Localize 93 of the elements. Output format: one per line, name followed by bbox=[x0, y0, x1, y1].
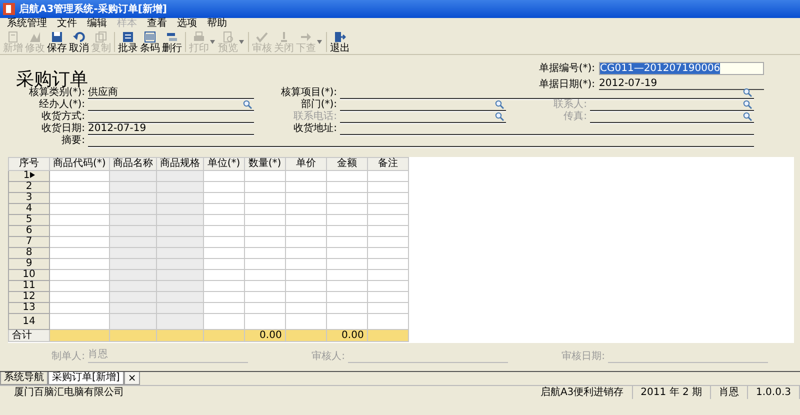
field-label: 收货方式: bbox=[40, 111, 86, 122]
status-text: 厦门百脑汇电脑有限公司 bbox=[13, 386, 125, 399]
status-text: 1.0.0.3 bbox=[748, 386, 800, 399]
status-text: 2011 年 2 期 bbox=[632, 386, 711, 399]
field-label: 制单人: bbox=[50, 350, 86, 364]
row-number[interactable]: 5 bbox=[8, 214, 50, 226]
column-header[interactable]: 商品规格 bbox=[156, 158, 204, 170]
toolbar-button[interactable]: 删行 bbox=[161, 30, 183, 54]
toolbar-button[interactable]: 取消 bbox=[68, 30, 90, 54]
row-number[interactable]: 2 bbox=[8, 182, 50, 192]
menu-item[interactable]: 编辑 bbox=[82, 18, 112, 30]
field-label: 单据日期(*): bbox=[538, 78, 595, 91]
search-icon[interactable] bbox=[495, 100, 504, 109]
toolbar-icon bbox=[193, 30, 205, 42]
input-field[interactable] bbox=[340, 111, 506, 123]
input-field[interactable]: 供应商 bbox=[88, 87, 254, 99]
row-number[interactable]: 7 bbox=[8, 236, 50, 248]
total-value: 0.00 bbox=[260, 330, 282, 341]
toolbar-icon bbox=[256, 30, 268, 42]
column-header[interactable]: 金额 bbox=[326, 158, 368, 170]
field-label: 收货地址: bbox=[292, 123, 338, 135]
field-label: 部门(*): bbox=[300, 99, 338, 110]
toolbar-icon bbox=[278, 30, 290, 42]
status-text: 启航A3便利进销存 bbox=[532, 386, 633, 399]
toolbar-icon bbox=[334, 30, 346, 42]
form-title: 采购订单 bbox=[16, 68, 88, 87]
total-value: 0.00 bbox=[342, 330, 364, 341]
input-field[interactable] bbox=[88, 99, 254, 111]
row-number[interactable]: 14 bbox=[8, 314, 50, 330]
toolbar-button[interactable]: 保存 bbox=[46, 30, 68, 54]
toolbar-button[interactable]: 条码 bbox=[139, 30, 161, 54]
field-label: 联系电话: bbox=[292, 111, 338, 122]
toolbar-icon bbox=[300, 30, 312, 42]
row-number[interactable]: 1 bbox=[8, 170, 50, 182]
toolbar-button[interactable]: 退出 bbox=[329, 30, 351, 54]
menu-item[interactable]: 选项 bbox=[172, 18, 202, 30]
toolbar-icon bbox=[29, 30, 41, 42]
total-label: 合计 bbox=[12, 330, 32, 341]
column-header[interactable]: 商品名称 bbox=[109, 158, 156, 170]
column-header[interactable]: 单价 bbox=[285, 158, 326, 170]
field-label: 单据编号(*): bbox=[538, 62, 595, 75]
toolbar-icon bbox=[166, 30, 178, 42]
menu-item[interactable]: 系统管理 bbox=[2, 18, 52, 30]
column-header[interactable]: 单位(*) bbox=[203, 158, 244, 170]
menu-item[interactable]: 查看 bbox=[142, 18, 172, 30]
window-title: 启航A3管理系统-采购订单[新增] bbox=[19, 2, 167, 16]
input-field[interactable]: CG011—201207190006 bbox=[599, 62, 764, 74]
field-label: 核算项目(*): bbox=[280, 87, 338, 98]
row-number[interactable]: 8 bbox=[8, 248, 50, 258]
row-pointer-icon bbox=[30, 172, 35, 178]
input-field[interactable] bbox=[590, 111, 754, 123]
tab[interactable]: 系统导航 bbox=[0, 372, 48, 385]
menu-item[interactable]: 帮助 bbox=[202, 18, 232, 30]
row-number[interactable]: 6 bbox=[8, 226, 50, 236]
toolbar-button[interactable]: 批录 bbox=[117, 30, 139, 54]
field-label: 审核人: bbox=[310, 350, 346, 364]
column-header[interactable]: 序号 bbox=[8, 158, 50, 170]
app-icon bbox=[3, 3, 15, 15]
toolbar-icon bbox=[7, 30, 19, 42]
field-label: 收货日期: bbox=[40, 123, 86, 134]
field-label: 经办人(*): bbox=[38, 99, 86, 110]
input-field[interactable] bbox=[340, 99, 506, 111]
input-field[interactable]: 2012-07-19 bbox=[599, 78, 764, 90]
status-text: 肖恩 bbox=[711, 386, 748, 399]
toolbar-icon bbox=[122, 30, 134, 42]
input-field[interactable]: 2012-07-19 bbox=[88, 123, 254, 135]
search-icon[interactable] bbox=[743, 88, 752, 97]
column-header[interactable]: 商品代码(*) bbox=[50, 158, 110, 170]
input-field[interactable] bbox=[340, 87, 754, 99]
toolbar-icon bbox=[51, 30, 63, 42]
field-label: 核算类别(*): bbox=[28, 87, 85, 98]
row-number[interactable]: 4 bbox=[8, 204, 50, 214]
row-number[interactable]: 3 bbox=[8, 192, 50, 204]
toolbar-icon bbox=[95, 30, 107, 42]
toolbar-icon bbox=[73, 30, 85, 42]
field-label: 传真: bbox=[562, 111, 588, 123]
column-header[interactable]: 数量(*) bbox=[244, 158, 286, 170]
close-tab-button[interactable]: × bbox=[124, 372, 140, 385]
row-number[interactable]: 12 bbox=[8, 292, 50, 302]
toolbar-icon bbox=[144, 30, 156, 42]
menu-item[interactable]: 文件 bbox=[52, 18, 82, 30]
tab[interactable]: 采购订单[新增] bbox=[48, 372, 124, 385]
row-number[interactable]: 10 bbox=[8, 270, 50, 280]
field-label: 审核日期: bbox=[560, 350, 606, 364]
column-header[interactable]: 备注 bbox=[367, 158, 408, 170]
toolbar-icon bbox=[222, 30, 234, 42]
row-number[interactable]: 13 bbox=[8, 302, 50, 314]
row-number[interactable]: 9 bbox=[8, 258, 50, 270]
field-label: 联系人: bbox=[552, 99, 588, 110]
field-label: 摘要: bbox=[60, 135, 86, 147]
search-icon[interactable] bbox=[243, 100, 252, 109]
input-field[interactable] bbox=[590, 99, 754, 111]
row-number[interactable]: 11 bbox=[8, 280, 50, 292]
